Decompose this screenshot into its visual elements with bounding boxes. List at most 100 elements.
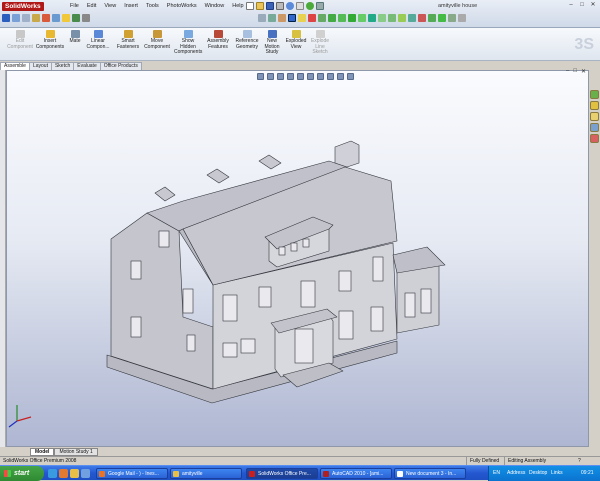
menu-file[interactable]: File [66, 3, 83, 10]
design-library-icon[interactable] [590, 101, 599, 110]
reference-geometry-button[interactable]: Reference Geometry [232, 30, 262, 50]
selection-icon[interactable] [288, 14, 296, 22]
linear-component-pattern-button[interactable]: Linear Compon... [84, 30, 112, 50]
tab-evaluate[interactable]: Evaluate [73, 62, 101, 70]
insert-components-button[interactable]: Insert Components [34, 30, 66, 50]
plane-icon[interactable] [318, 14, 326, 22]
menu-edit[interactable]: Edit [83, 3, 100, 10]
filter-faces-icon[interactable] [268, 14, 276, 22]
tab-motion-study-1[interactable]: Motion Study 1 [54, 448, 98, 456]
maximize-button[interactable]: □ [578, 2, 586, 9]
sketch-filter-icon[interactable] [338, 14, 346, 22]
start-button[interactable]: start [0, 466, 44, 481]
file-explorer-icon[interactable] [590, 112, 599, 121]
solid-icon[interactable] [368, 14, 376, 22]
taskbar-item-autocad[interactable]: AutoCAD 2010 - [ami... [320, 468, 392, 479]
options-icon[interactable] [316, 2, 324, 10]
select-icon[interactable] [296, 2, 304, 10]
zoom-icon[interactable] [298, 14, 306, 22]
measure-icon[interactable] [82, 14, 90, 22]
weld-icon[interactable] [418, 14, 426, 22]
system-tray: EN Address Desktop Links 09:21 [488, 466, 600, 481]
solidworks-logo[interactable]: SolidWorks [2, 2, 44, 11]
tab-sketch[interactable]: Sketch [50, 62, 75, 70]
edit-component-icon [15, 30, 25, 38]
point-icon[interactable] [328, 14, 336, 22]
move-component-icon [152, 30, 162, 38]
mate-button[interactable]: Mate [64, 30, 86, 45]
window [186, 334, 196, 352]
menu-view[interactable]: View [100, 3, 120, 10]
tab-assemble[interactable]: Assemble [0, 62, 30, 70]
surface-icon[interactable] [358, 14, 366, 22]
new-icon[interactable] [246, 2, 254, 10]
show-hidden-components-button[interactable]: Show Hidden Components [174, 30, 202, 56]
undo-icon[interactable] [286, 2, 294, 10]
media-icon[interactable] [59, 469, 68, 478]
pattern-icon[interactable] [428, 14, 436, 22]
taskbar-item-new-document[interactable]: New document 3 - In... [394, 468, 466, 479]
resources-icon[interactable] [590, 90, 599, 99]
rebuild-icon[interactable] [306, 2, 314, 10]
mate-icon[interactable] [52, 14, 60, 22]
language-indicator[interactable]: EN [493, 466, 500, 481]
links-toolbar[interactable]: Links [551, 466, 563, 481]
menu-tools[interactable]: Tools [142, 3, 163, 10]
new-motion-study-button[interactable]: New Motion Study [262, 30, 282, 56]
snap-icon[interactable] [458, 14, 466, 22]
axis-icon[interactable] [308, 14, 316, 22]
color-icon[interactable] [42, 14, 50, 22]
minimize-button[interactable]: – [567, 2, 575, 9]
grid-icon[interactable] [448, 14, 456, 22]
appearances-icon[interactable] [590, 134, 599, 143]
filter-edges-icon[interactable] [258, 14, 266, 22]
window [222, 294, 238, 322]
close-button[interactable]: ✕ [589, 2, 597, 9]
filter-icon[interactable] [12, 14, 20, 22]
desktop-toolbar[interactable]: Desktop [529, 466, 547, 481]
sketch-icon[interactable] [32, 14, 40, 22]
assembly-features-button[interactable]: Assembly Features [204, 30, 232, 50]
open-icon[interactable] [256, 2, 264, 10]
mesh-icon[interactable] [388, 14, 396, 22]
browser-icon[interactable] [48, 469, 57, 478]
roof-crest-2 [206, 168, 230, 184]
address-toolbar[interactable]: Address [507, 466, 525, 481]
annotation-icon[interactable] [398, 14, 406, 22]
graphics-area[interactable]: – □ ✕ [6, 68, 590, 448]
tab-office-products[interactable]: Office Products [99, 62, 142, 70]
dimension-icon[interactable] [348, 14, 356, 22]
taskbar-item-gmail[interactable]: Google Mail - ) - Ines... [96, 468, 168, 479]
menu-window[interactable]: Window [201, 3, 229, 10]
exploded-view-button[interactable]: Exploded View [284, 30, 308, 50]
feature-icon[interactable] [438, 14, 446, 22]
house-model[interactable] [7, 71, 590, 448]
window [222, 342, 238, 358]
folder-icon[interactable] [70, 469, 79, 478]
command-manager: Edit Component Insert Components Mate Li… [0, 28, 600, 61]
body-icon[interactable] [408, 14, 416, 22]
save-icon[interactable] [266, 2, 274, 10]
select-icon[interactable] [2, 14, 10, 22]
help-icon[interactable]: ? [578, 457, 581, 465]
move-component-button[interactable]: Move Component [142, 30, 172, 50]
taskbar-item-solidworks[interactable]: SolidWorks Office Pre... [246, 468, 318, 479]
tab-layout[interactable]: Layout [28, 62, 52, 70]
edit-component-button[interactable]: Edit Component [4, 30, 36, 50]
move-icon[interactable] [72, 14, 80, 22]
explode-line-sketch-button[interactable]: Explode Line Sketch [308, 30, 332, 56]
curve-icon[interactable] [378, 14, 386, 22]
menu-help[interactable]: Help [228, 3, 247, 10]
light-icon[interactable] [62, 14, 70, 22]
filter-vertex-icon[interactable] [278, 14, 286, 22]
menu-photoworks[interactable]: PhotoWorks [163, 3, 201, 10]
tab-model[interactable]: Model [30, 448, 55, 456]
chimney [334, 140, 360, 168]
desktop-icon[interactable] [81, 469, 90, 478]
pan-icon[interactable] [22, 14, 30, 22]
view-palette-icon[interactable] [590, 123, 599, 132]
print-icon[interactable] [276, 2, 284, 10]
menu-insert[interactable]: Insert [120, 3, 142, 10]
taskbar-item-amityville[interactable]: amityville [170, 468, 242, 479]
smart-fasteners-button[interactable]: Smart Fasteners [114, 30, 142, 50]
